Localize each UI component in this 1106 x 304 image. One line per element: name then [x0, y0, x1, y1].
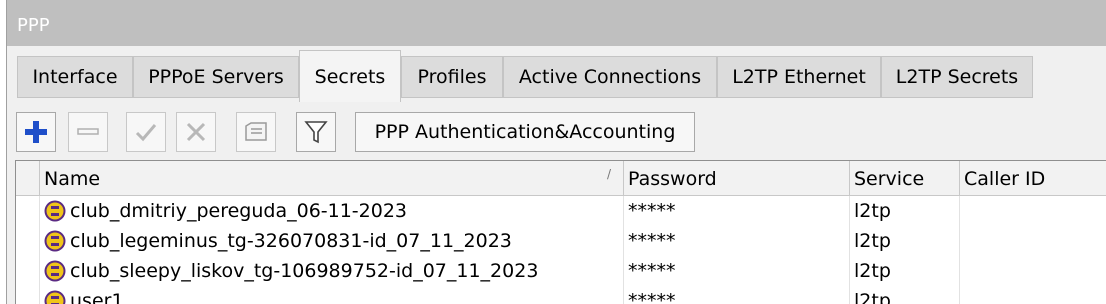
ppp-window: PPP Interface PPPoE Servers Secrets Prof…	[6, 0, 1106, 304]
password-cell: *****	[624, 226, 850, 256]
secrets-table: Name / Password Service Caller ID club_d…	[15, 160, 1106, 304]
enable-button[interactable]	[126, 112, 166, 152]
caller-id-cell	[960, 196, 1106, 226]
service-cell: l2tp	[850, 196, 960, 226]
name-cell: club_dmitriy_pereguda_06-11-2023	[40, 196, 624, 226]
title-bar[interactable]: PPP	[7, 0, 1106, 46]
tab-l2tp-secrets[interactable]: L2TP Secrets	[881, 56, 1033, 98]
user-icon	[44, 230, 66, 252]
tab-interface[interactable]: Interface	[17, 56, 133, 98]
service-cell: l2tp	[850, 226, 960, 256]
password-cell: *****	[624, 196, 850, 226]
comment-icon	[245, 122, 267, 141]
tab-l2tp-ethernet[interactable]: L2TP Ethernet	[717, 56, 881, 98]
tab-pppoe-servers[interactable]: PPPoE Servers	[133, 56, 299, 98]
remove-button[interactable]	[68, 112, 108, 152]
tab-secrets[interactable]: Secrets	[299, 50, 401, 102]
caller-id-cell	[960, 286, 1106, 304]
column-header-caller-id[interactable]: Caller ID	[960, 161, 1106, 195]
tab-active-connections[interactable]: Active Connections	[503, 56, 717, 98]
ppp-auth-accounting-button[interactable]: PPP Authentication&Accounting	[355, 112, 695, 152]
column-header-name[interactable]: Name /	[40, 161, 624, 195]
caller-id-cell	[960, 226, 1106, 256]
table-row[interactable]: club_dmitriy_pereguda_06-11-2023 ***** l…	[16, 196, 1106, 226]
tab-profiles[interactable]: Profiles	[401, 56, 503, 98]
row-stub	[16, 196, 40, 226]
window-title: PPP	[17, 15, 50, 36]
name-cell: club_legeminus_tg-326070831-id_07_11_202…	[40, 226, 624, 256]
header-stub	[16, 161, 40, 195]
row-stub	[16, 286, 40, 304]
caller-id-cell	[960, 256, 1106, 286]
name-cell: user1	[40, 286, 624, 304]
comment-button[interactable]	[236, 112, 276, 152]
row-stub	[16, 256, 40, 286]
minus-icon	[77, 128, 99, 135]
user-icon	[44, 200, 66, 222]
plus-icon	[25, 121, 47, 143]
user-icon	[44, 290, 66, 304]
name-cell: club_sleepy_liskov_tg-106989752-id_07_11…	[40, 256, 624, 286]
tab-bar: Interface PPPoE Servers Secrets Profiles…	[7, 46, 1106, 102]
toolbar: PPP Authentication&Accounting	[7, 102, 1106, 160]
sort-indicator-icon: /	[606, 167, 611, 181]
row-stub	[16, 226, 40, 256]
table-row[interactable]: user1 ***** l2tp	[16, 286, 1106, 304]
add-button[interactable]	[16, 112, 56, 152]
service-cell: l2tp	[850, 256, 960, 286]
password-cell: *****	[624, 286, 850, 304]
table-header: Name / Password Service Caller ID	[16, 161, 1106, 196]
disable-button[interactable]	[176, 112, 216, 152]
column-header-service[interactable]: Service	[850, 161, 960, 195]
service-cell: l2tp	[850, 286, 960, 304]
filter-icon	[304, 121, 328, 144]
table-row[interactable]: club_legeminus_tg-326070831-id_07_11_202…	[16, 226, 1106, 256]
filter-button[interactable]	[296, 112, 336, 152]
password-cell: *****	[624, 256, 850, 286]
table-row[interactable]: club_sleepy_liskov_tg-106989752-id_07_11…	[16, 256, 1106, 286]
column-header-password[interactable]: Password	[624, 161, 850, 195]
user-icon	[44, 260, 66, 282]
cross-icon	[186, 122, 206, 142]
check-icon	[135, 124, 157, 142]
